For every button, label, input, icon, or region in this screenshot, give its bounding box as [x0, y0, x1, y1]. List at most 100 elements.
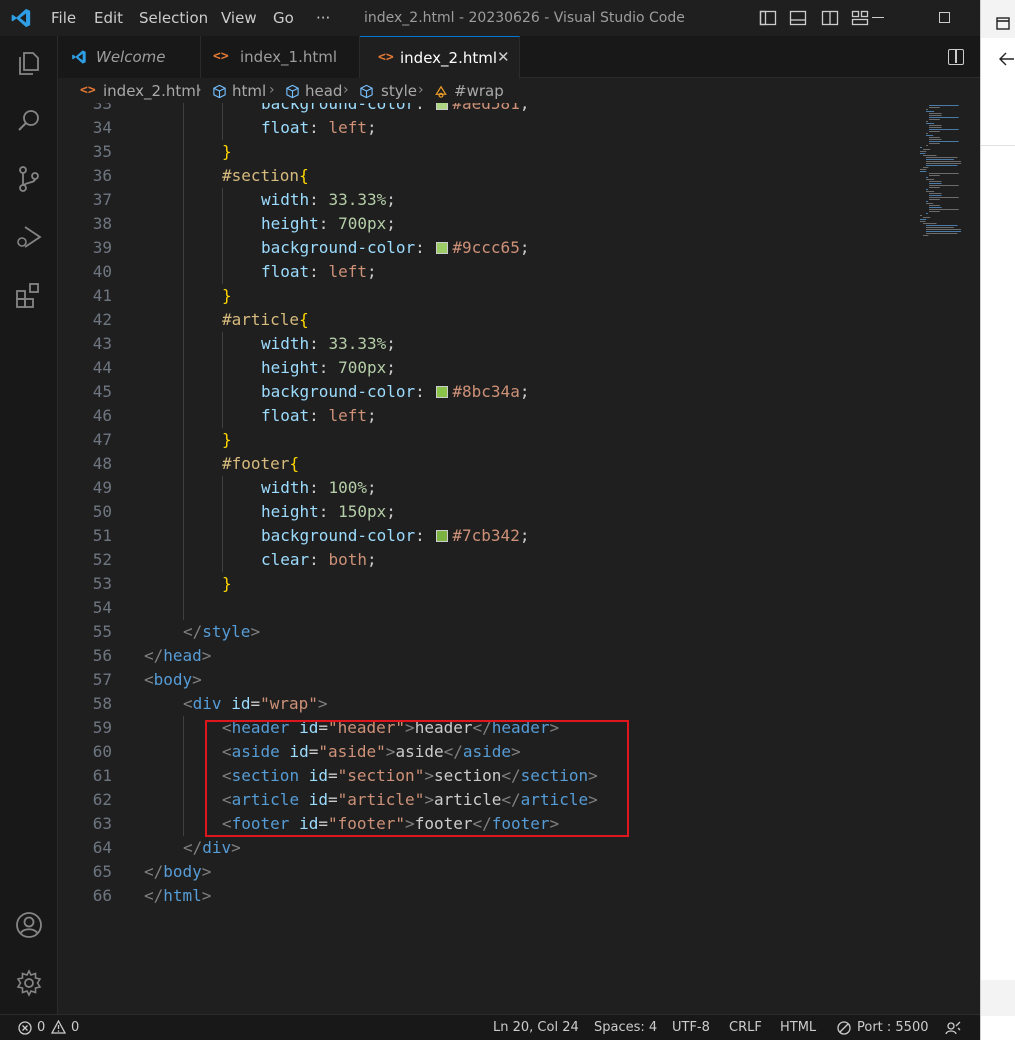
code-line[interactable]: 33 background-color: #aed581;: [58, 103, 908, 116]
code-text: }: [222, 284, 232, 308]
menu-more[interactable]: ···: [316, 9, 330, 27]
code-line[interactable]: 43 width: 33.33%;: [58, 332, 908, 356]
code-line[interactable]: 53}: [58, 572, 908, 596]
code-line[interactable]: 38 height: 700px;: [58, 212, 908, 236]
tab-welcome[interactable]: Welcome: [58, 36, 201, 78]
line-number: 44: [92, 358, 112, 377]
maximize-button[interactable]: [939, 12, 950, 23]
code-token: div: [202, 838, 232, 857]
notifications-icon[interactable]: [945, 1020, 961, 1036]
code-token: :: [318, 502, 339, 521]
code-line[interactable]: 36 #section{: [58, 164, 908, 188]
extensions-icon[interactable]: [14, 280, 44, 310]
code-line[interactable]: 44 height: 700px;: [58, 356, 908, 380]
code-line[interactable]: 45 background-color: #8bc34a;: [58, 380, 908, 404]
minimap-line: [920, 215, 922, 216]
run-debug-icon[interactable]: [14, 222, 44, 252]
color-swatch[interactable]: [436, 242, 449, 254]
code-token: width: [261, 190, 310, 209]
toggle-secondary-sidebar-icon[interactable]: [821, 9, 839, 27]
code-line[interactable]: 48 #footer{: [58, 452, 908, 476]
code-token: :: [309, 118, 329, 137]
line-number: 66: [92, 886, 112, 905]
line-number: 51: [92, 526, 112, 545]
minimap-line: [929, 107, 940, 108]
code-line[interactable]: 50 height: 150px;: [58, 500, 908, 524]
breadcrumb-file[interactable]: index_2.html: [103, 82, 200, 100]
code-line[interactable]: 55 </style>: [58, 620, 908, 644]
vscode-logo-icon[interactable]: [10, 7, 32, 29]
code-line[interactable]: 58 <div id="wrap">: [58, 692, 908, 716]
code-text: float: left;: [261, 404, 377, 428]
warning-icon[interactable]: [51, 1020, 66, 1034]
accounts-icon[interactable]: [14, 910, 44, 940]
error-icon[interactable]: [18, 1021, 32, 1035]
tab-icon[interactable]: [996, 17, 1010, 30]
indentation-setting[interactable]: Spaces: 4: [594, 1020, 657, 1035]
split-editor-icon[interactable]: [948, 49, 964, 65]
color-swatch[interactable]: [436, 103, 449, 110]
code-line[interactable]: 54: [58, 596, 908, 620]
code-line[interactable]: 34 float: left;: [58, 116, 908, 140]
customize-layout-icon[interactable]: [851, 9, 869, 27]
code-line[interactable]: 65 </body>: [58, 860, 908, 884]
tab-index-1[interactable]: <> index_1.html: [201, 36, 360, 78]
breadcrumb-head[interactable]: head: [305, 82, 342, 100]
breadcrumb-html[interactable]: html: [232, 82, 266, 100]
code-line[interactable]: 56 </head>: [58, 644, 908, 668]
explorer-icon[interactable]: [14, 48, 44, 78]
code-token: </: [183, 838, 203, 857]
code-line[interactable]: 57 <body>: [58, 668, 908, 692]
code-line[interactable]: 46 float: left;: [58, 404, 908, 428]
code-line[interactable]: 52 clear: both;: [58, 548, 908, 572]
code-line[interactable]: 41}: [58, 284, 908, 308]
code-token: >: [231, 838, 241, 857]
code-line[interactable]: 39 background-color: #9ccc65;: [58, 236, 908, 260]
eol-setting[interactable]: CRLF: [729, 1020, 762, 1035]
code-line[interactable]: 64 </div>: [58, 836, 908, 860]
code-token: :: [318, 358, 339, 377]
code-editor[interactable]: 33 background-color: #aed581; 34 float: lef…: [58, 103, 980, 1000]
menu-selection[interactable]: Selection: [139, 9, 208, 27]
warning-count[interactable]: 0: [71, 1020, 79, 1035]
code-line[interactable]: 40 float: left;: [58, 260, 908, 284]
menu-edit[interactable]: Edit: [94, 9, 123, 27]
highlight-annotation-box: [205, 720, 629, 837]
toggle-primary-sidebar-icon[interactable]: [759, 9, 777, 27]
menu-view[interactable]: View: [221, 9, 257, 27]
toggle-panel-icon[interactable]: [789, 9, 807, 27]
error-count[interactable]: 0: [37, 1020, 45, 1035]
encoding-setting[interactable]: UTF-8: [672, 1020, 710, 1035]
code-line[interactable]: 42 #article{: [58, 308, 908, 332]
live-server-port[interactable]: Port : 5500: [857, 1020, 929, 1035]
tab-index-2[interactable]: <> index_2.html ✕: [360, 36, 520, 79]
language-mode[interactable]: HTML: [780, 1020, 816, 1035]
minimap-line: [926, 203, 934, 204]
code-token: height: [261, 214, 319, 233]
back-arrow-icon[interactable]: [998, 52, 1014, 66]
port-status-icon[interactable]: [837, 1021, 851, 1035]
code-line[interactable]: 49 width: 100%;: [58, 476, 908, 500]
code-text: <div id="wrap">: [183, 692, 328, 716]
breadcrumb-style[interactable]: style: [381, 82, 417, 100]
close-tab-icon[interactable]: ✕: [497, 48, 510, 66]
minimap[interactable]: [918, 103, 980, 243]
code-token: left: [328, 118, 367, 137]
color-swatch[interactable]: [436, 530, 449, 542]
menu-go[interactable]: Go: [273, 9, 294, 27]
settings-gear-icon[interactable]: [14, 968, 44, 998]
indent-guide: [222, 103, 223, 140]
line-number: 53: [92, 574, 112, 593]
source-control-icon[interactable]: [14, 164, 44, 194]
breadcrumb-wrap[interactable]: #wrap: [454, 82, 504, 100]
color-swatch[interactable]: [436, 386, 449, 398]
code-line[interactable]: 51 background-color: #7cb342;: [58, 524, 908, 548]
code-line[interactable]: 35}: [58, 140, 908, 164]
cursor-position[interactable]: Ln 20, Col 24: [493, 1020, 579, 1035]
menu-file[interactable]: File: [51, 9, 76, 27]
minimize-button[interactable]: [872, 17, 884, 18]
code-line[interactable]: 47}: [58, 428, 908, 452]
code-line[interactable]: 37 width: 33.33%;: [58, 188, 908, 212]
code-line[interactable]: 66 </html>: [58, 884, 908, 908]
search-icon[interactable]: [14, 106, 44, 136]
